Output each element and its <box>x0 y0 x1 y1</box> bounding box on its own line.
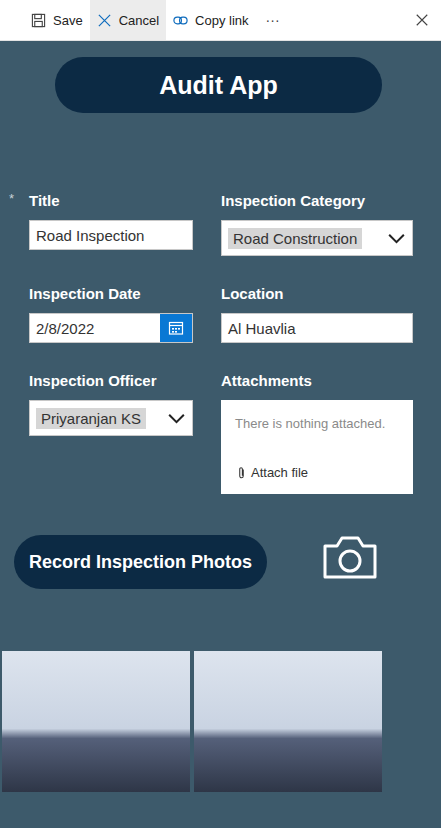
empty-text: There is nothing attached. <box>235 416 399 431</box>
text-input[interactable]: Al Huavlia <box>221 313 413 343</box>
link-button[interactable]: Copy link <box>166 0 255 40</box>
link-icon <box>173 13 188 28</box>
text-input[interactable]: Road Inspection <box>29 220 193 250</box>
paperclip-icon <box>237 466 246 480</box>
chevron-down-icon <box>387 233 406 244</box>
photo-actions: Record Inspection Photos <box>0 535 441 589</box>
form-field: Inspection Date 2/8/2022 <box>29 284 193 343</box>
chevron-down-icon <box>167 413 186 424</box>
form-field: Location Al Huavlia <box>221 284 413 343</box>
calendar-button[interactable] <box>160 314 192 342</box>
record-photos-button[interactable]: Record Inspection Photos <box>14 535 267 589</box>
close-icon[interactable] <box>415 13 429 27</box>
toolbar-label: Cancel <box>119 13 159 28</box>
cancel-icon <box>97 13 112 28</box>
field-label: Inspection Category <box>221 191 413 211</box>
form-body: Audit App * Title Road Inspection Inspecti… <box>0 41 441 792</box>
save-button[interactable]: Save <box>24 0 90 40</box>
date-input[interactable]: 2/8/2022 <box>29 313 193 343</box>
field-label: Inspection Date <box>29 284 193 304</box>
attach-file-button[interactable]: Attach file <box>235 465 399 480</box>
attachments-box: There is nothing attached. Attach file <box>221 400 413 494</box>
form-field: Inspection Category Road Construction <box>221 191 413 256</box>
required-mark: * <box>9 189 14 209</box>
inspection-photo[interactable] <box>194 651 382 792</box>
form-field: * Title Road Inspection <box>29 191 193 250</box>
toolbar-label: Save <box>53 13 83 28</box>
cancel-button[interactable]: Cancel <box>90 0 166 40</box>
form-grid: * Title Road Inspection Inspection Catego… <box>0 191 441 494</box>
toolbar-label: Copy link <box>195 13 248 28</box>
inspection-photo[interactable] <box>2 651 190 792</box>
command-bar: Save Cancel Copy link ··· <box>0 0 441 41</box>
field-label: Inspection Officer <box>29 371 193 391</box>
more-button[interactable]: ··· <box>256 0 290 40</box>
selected-chip: Priyaranjan KS <box>36 408 146 429</box>
app-title: Audit App <box>55 57 382 113</box>
camera-icon[interactable] <box>322 534 378 580</box>
dropdown[interactable]: Priyaranjan KS <box>29 400 193 436</box>
form-field: Inspection Officer Priyaranjan KS <box>29 371 193 436</box>
audit-app-page: Save Cancel Copy link ··· Audit App * Title Ro… <box>0 0 441 828</box>
dropdown[interactable]: Road Construction <box>221 220 413 256</box>
save-icon <box>31 13 46 28</box>
photo-gallery <box>0 651 441 792</box>
calendar-icon <box>168 320 184 336</box>
field-label: * Title <box>29 191 193 211</box>
selected-chip: Road Construction <box>228 228 362 249</box>
field-label: Attachments <box>221 371 413 391</box>
form-field: Attachments There is nothing attached. Att… <box>221 371 413 494</box>
field-label: Location <box>221 284 413 304</box>
